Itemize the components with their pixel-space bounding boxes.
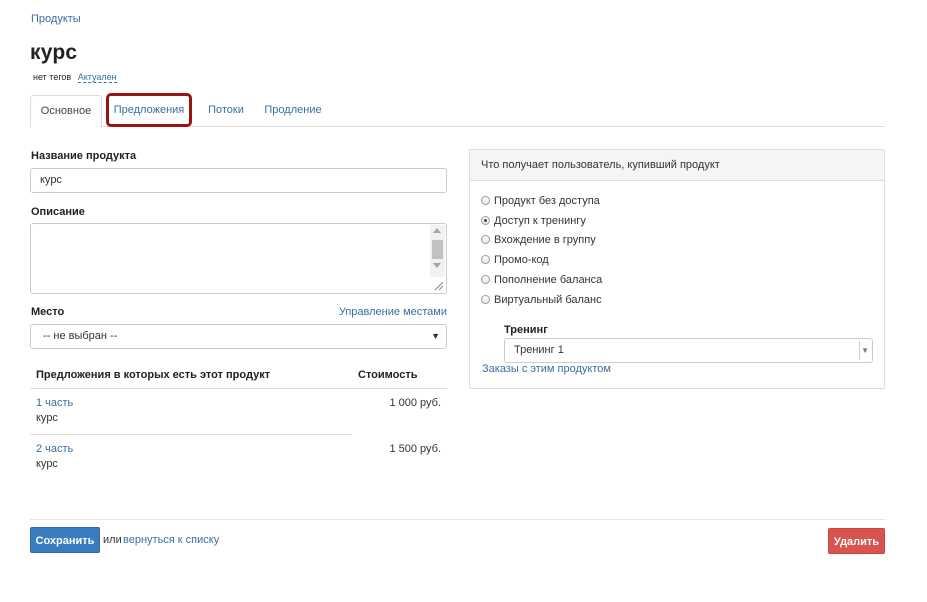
resize-grip-icon[interactable] [432, 279, 444, 291]
radio-button[interactable] [481, 255, 490, 264]
offer-product: курс [36, 458, 58, 470]
select-divider [859, 341, 860, 360]
radio-label: Продукт без доступа [494, 195, 600, 207]
scroll-up-arrow-icon[interactable] [433, 228, 441, 233]
or-text: или [103, 534, 122, 546]
product-name-input[interactable]: курс [30, 168, 447, 193]
back-to-list-link[interactable]: вернуться к списку [123, 534, 219, 546]
save-button[interactable]: Сохранить [30, 527, 100, 553]
offers-table-header: Предложения в которых есть этот продукт … [30, 362, 447, 389]
caret-down-icon: ▼ [861, 346, 869, 355]
offers-table: Предложения в которых есть этот продукт … [30, 362, 447, 481]
tabs-bar: Основное Предложения Потоки Продление [30, 93, 885, 128]
tab-renewal[interactable]: Продление [260, 95, 326, 127]
place-select[interactable]: -- не выбран -- ▼ [30, 324, 447, 349]
tab-streams[interactable]: Потоки [200, 95, 252, 127]
radio-button[interactable] [481, 235, 490, 244]
place-select-value: -- не выбран -- [43, 330, 118, 342]
status-link[interactable]: Актуален [77, 72, 117, 83]
caret-down-icon: ▼ [431, 331, 440, 341]
scroll-down-arrow-icon[interactable] [433, 263, 441, 268]
offers-header-name: Предложения в которых есть этот продукт [36, 369, 271, 381]
offers-header-price: Стоимость [358, 369, 418, 381]
access-panel: Что получает пользователь, купивший прод… [469, 149, 885, 389]
table-row: 2 часть курс 1 500 руб. [30, 435, 447, 481]
training-label: Тренинг [504, 324, 548, 336]
scroll-thumb[interactable] [432, 240, 443, 259]
description-scrollbar[interactable] [430, 225, 445, 277]
offer-link[interactable]: 2 часть [36, 443, 73, 455]
description-label: Описание [31, 206, 85, 218]
access-panel-title: Что получает пользователь, купивший прод… [470, 150, 884, 181]
orders-with-product-link[interactable]: Заказы с этим продуктом [482, 363, 611, 375]
table-row: 1 часть курс 1 000 руб. [30, 389, 447, 435]
radio-label: Виртуальный баланс [494, 294, 602, 306]
radio-button[interactable] [481, 196, 490, 205]
radio-button[interactable] [481, 295, 490, 304]
training-select-value: Тренинг 1 [514, 344, 564, 356]
radio-label: Пополнение баланса [494, 274, 603, 286]
offer-price: 1 000 руб. [389, 397, 441, 409]
radio-label: Промо-код [494, 254, 549, 266]
radio-label: Вхождение в группу [494, 234, 596, 246]
radio-button-checked[interactable] [481, 216, 490, 225]
description-textarea[interactable] [30, 223, 447, 294]
product-name-label: Название продукта [31, 150, 137, 162]
radio-label: Доступ к тренингу [494, 215, 586, 227]
offer-product: курс [36, 412, 58, 424]
offer-price: 1 500 руб. [389, 443, 441, 455]
delete-button[interactable]: Удалить [828, 528, 885, 554]
tab-main[interactable]: Основное [30, 95, 102, 128]
footer-divider [30, 519, 885, 520]
page-title: курс [30, 41, 78, 64]
training-select[interactable]: Тренинг 1 ▼ [504, 338, 873, 363]
manage-places-link[interactable]: Управление местами [339, 306, 447, 318]
radio-button[interactable] [481, 275, 490, 284]
breadcrumb-products-link[interactable]: Продукты [31, 13, 81, 25]
offer-link[interactable]: 1 часть [36, 397, 73, 409]
tab-offers[interactable]: Предложения [106, 93, 192, 127]
tags-label: нет тегов [33, 72, 72, 82]
place-label: Место [31, 306, 65, 318]
product-meta: нет тегов Актуален [33, 72, 117, 83]
